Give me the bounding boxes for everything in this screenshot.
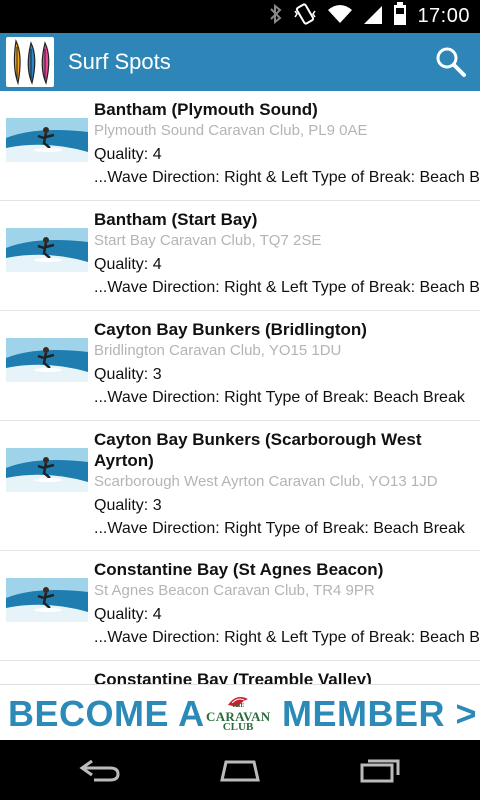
spot-name: Bantham (Plymouth Sound) xyxy=(94,100,318,119)
spot-name: Constantine Bay (St Agnes Beacon) xyxy=(94,560,384,579)
spot-text: Cayton Bay Bunkers (Scarborough West Ayr… xyxy=(94,429,480,540)
spot-details: ...Wave Direction: Right Type of Break: … xyxy=(94,389,465,406)
battery-icon xyxy=(393,2,407,31)
list-item[interactable]: Bantham (Plymouth Sound) Plymouth Sound … xyxy=(0,91,480,201)
list-item[interactable]: Cayton Bay Bunkers (Bridlington) Bridlin… xyxy=(0,311,480,421)
status-icons: 17:00 xyxy=(269,0,470,33)
surfer-thumbnail-icon xyxy=(6,228,88,272)
search-button[interactable] xyxy=(432,43,470,81)
surfer-thumbnail-icon xyxy=(6,448,88,492)
home-button[interactable] xyxy=(210,752,270,788)
back-icon xyxy=(79,759,120,782)
surfer-thumbnail-icon xyxy=(6,118,88,162)
list-item[interactable]: Constantine Bay (Treamble Valley) xyxy=(0,661,480,684)
spot-details: ...Wave Direction: Right Type of Break: … xyxy=(94,520,465,537)
spot-name: Bantham (Start Bay) xyxy=(94,210,258,229)
spot-details: ...Wave Direction: Right & Left Type of … xyxy=(94,279,480,296)
spot-text: Cayton Bay Bunkers (Bridlington) Bridlin… xyxy=(94,319,480,409)
navigation-bar xyxy=(0,740,480,800)
vibrate-icon xyxy=(293,3,317,30)
spot-quality: Quality: 4 xyxy=(94,146,162,163)
search-icon xyxy=(436,47,466,77)
list-item[interactable]: Bantham (Start Bay) Start Bay Caravan Cl… xyxy=(0,201,480,311)
list-item[interactable]: Constantine Bay (St Agnes Beacon) St Agn… xyxy=(0,551,480,661)
membership-banner[interactable]: BECOME A THE CARAVAN CLUB MEMBER > xyxy=(0,684,480,741)
banner-right-text: MEMBER > xyxy=(282,693,478,734)
spot-quality: Quality: 3 xyxy=(94,497,162,514)
spot-quality: Quality: 4 xyxy=(94,256,162,273)
spot-name: Cayton Bay Bunkers (Scarborough West Ayr… xyxy=(94,430,422,470)
spot-text: Bantham (Plymouth Sound) Plymouth Sound … xyxy=(94,99,480,189)
spot-details: ...Wave Direction: Right & Left Type of … xyxy=(94,629,480,646)
back-button[interactable] xyxy=(70,752,130,788)
caravan-club-logo: THE CARAVAN CLUB xyxy=(206,691,270,735)
spot-text: Constantine Bay (St Agnes Beacon) St Agn… xyxy=(94,559,480,649)
spot-quality: Quality: 3 xyxy=(94,366,162,383)
spot-club: Bridlington Caravan Club, YO15 1DU xyxy=(94,342,342,359)
spot-quality: Quality: 4 xyxy=(94,606,162,623)
spot-name: Cayton Bay Bunkers (Bridlington) xyxy=(94,320,367,339)
recent-apps-icon xyxy=(360,759,400,783)
banner-left-text: BECOME A xyxy=(8,693,205,734)
bluetooth-icon xyxy=(269,3,283,30)
spot-club: St Agnes Beacon Caravan Club, TR4 9PR xyxy=(94,582,375,599)
spot-text: Constantine Bay (Treamble Valley) xyxy=(94,669,480,684)
spot-club: Plymouth Sound Caravan Club, PL9 0AE xyxy=(94,122,368,139)
signal-icon xyxy=(363,3,383,30)
spot-details: ...Wave Direction: Right & Left Type of … xyxy=(94,169,480,186)
surfer-thumbnail-icon xyxy=(6,578,88,622)
spot-club: Start Bay Caravan Club, TQ7 2SE xyxy=(94,232,322,249)
spot-club: Scarborough West Ayrton Caravan Club, YO… xyxy=(94,473,438,490)
home-icon xyxy=(220,760,260,782)
recent-apps-button[interactable] xyxy=(350,752,410,788)
wifi-icon xyxy=(327,3,353,30)
surfer-thumbnail-icon xyxy=(6,338,88,382)
list-item[interactable]: Cayton Bay Bunkers (Scarborough West Ayr… xyxy=(0,421,480,551)
spot-name: Constantine Bay (Treamble Valley) xyxy=(94,670,372,684)
page-title: Surf Spots xyxy=(68,49,171,74)
status-time: 17:00 xyxy=(417,5,470,27)
surf-spot-list[interactable]: Bantham (Plymouth Sound) Plymouth Sound … xyxy=(0,91,480,684)
app-logo-icon[interactable] xyxy=(6,37,54,87)
status-bar: 17:00 xyxy=(0,0,480,33)
spot-text: Bantham (Start Bay) Start Bay Caravan Cl… xyxy=(94,209,480,299)
action-bar: Surf Spots xyxy=(0,33,480,91)
